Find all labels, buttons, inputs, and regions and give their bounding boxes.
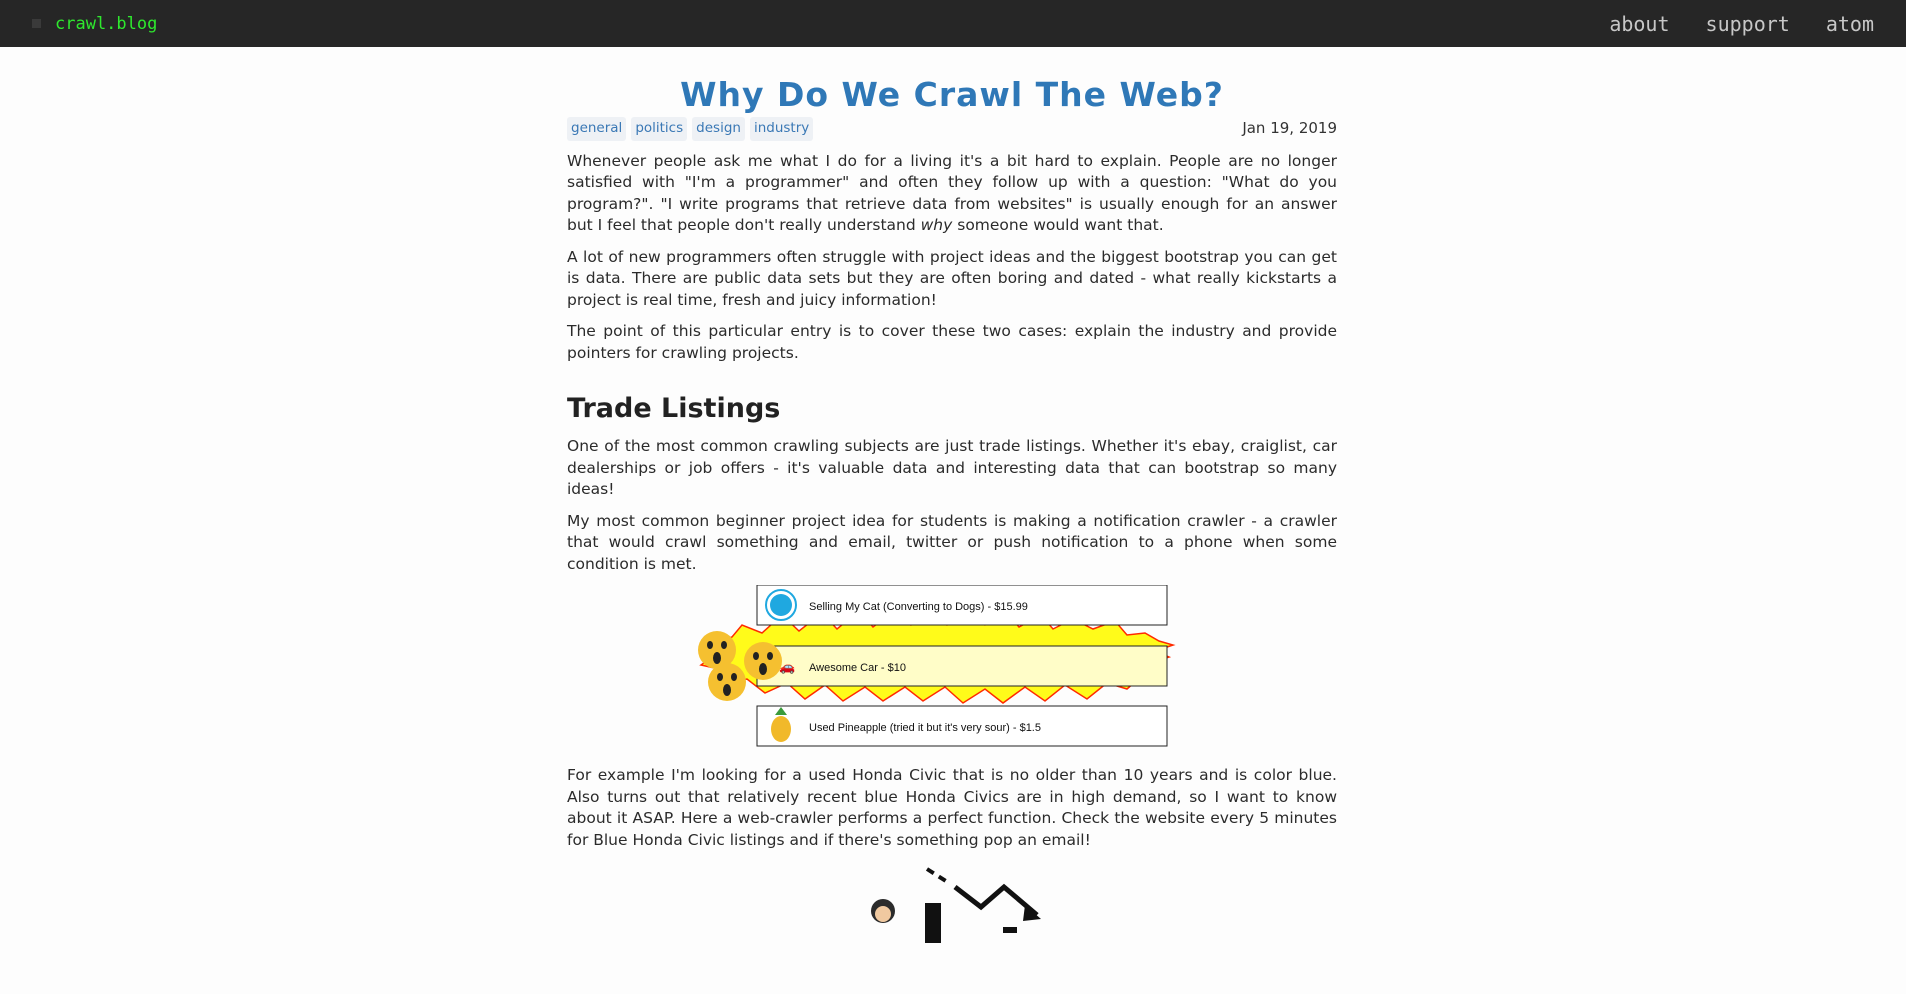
section1-paragraph-1: One of the most common crawling subjects… — [567, 437, 1337, 498]
surprised-face-icon-2 — [744, 642, 782, 680]
pineapple-icon — [771, 716, 791, 742]
section1-paragraph-2: My most common beginner project idea for… — [567, 511, 1337, 573]
section-heading-trade-listings: Trade Listings — [567, 393, 781, 424]
cat-icon-inner — [770, 594, 792, 616]
post-date: Jan 19, 2019 — [1242, 119, 1337, 137]
person-icon — [871, 899, 895, 923]
tag-industry[interactable]: industry — [749, 117, 814, 141]
intro-paragraph-3: The point of this particular entry is to… — [567, 322, 1337, 362]
brand-name: crawl.blog — [55, 13, 158, 34]
brand-link[interactable]: crawl.blog — [32, 14, 157, 34]
top-navbar: crawl.blog about support atom — [0, 0, 1906, 47]
dashed-arrow-icon — [925, 867, 951, 885]
tag-general[interactable]: general — [567, 117, 627, 141]
tag-design[interactable]: design — [692, 117, 745, 141]
tag-list: general politics design industry — [567, 117, 814, 141]
intro-p1-emphasis: why — [920, 216, 953, 234]
brand-logo-icon — [32, 19, 41, 28]
post-meta: general politics design industry Jan 19,… — [567, 117, 1337, 141]
nav-atom-link[interactable]: atom — [1826, 12, 1874, 36]
intro-p1-tail: someone would want that. — [952, 216, 1164, 234]
intro-paragraph-2: A lot of new programmers often struggle … — [567, 247, 1337, 309]
listings-illustration-svg: Selling My Cat (Converting to Dogs) - $1… — [698, 584, 1176, 747]
tag-politics[interactable]: politics — [631, 117, 688, 141]
article: Why Do We Crawl The Web? general politic… — [567, 47, 1337, 987]
nav-about-link[interactable]: about — [1609, 12, 1669, 36]
surprised-face-icon-3 — [708, 663, 746, 701]
listing-row-2-text: Awesome Car - $10 — [809, 662, 906, 674]
post-title: Why Do We Crawl The Web? — [680, 75, 1224, 114]
main-nav: about support atom — [1609, 12, 1874, 36]
bar-icon — [925, 903, 941, 943]
listing-row-3-text: Used Pineapple (tried it but it's very s… — [809, 722, 1041, 734]
price-drop-illustration-svg — [871, 867, 1041, 943]
price-drop-illustration — [567, 867, 1337, 987]
listings-illustration: Selling My Cat (Converting to Dogs) - $1… — [567, 584, 1337, 755]
nav-support-link[interactable]: support — [1706, 12, 1790, 36]
small-bar-icon — [1003, 927, 1017, 933]
intro-paragraph-1: Whenever people ask me what I do for a l… — [567, 151, 1337, 237]
listing-row-1-text: Selling My Cat (Converting to Dogs) - $1… — [809, 601, 1028, 613]
section1-paragraph-3: For example I'm looking for a used Honda… — [567, 766, 1337, 849]
